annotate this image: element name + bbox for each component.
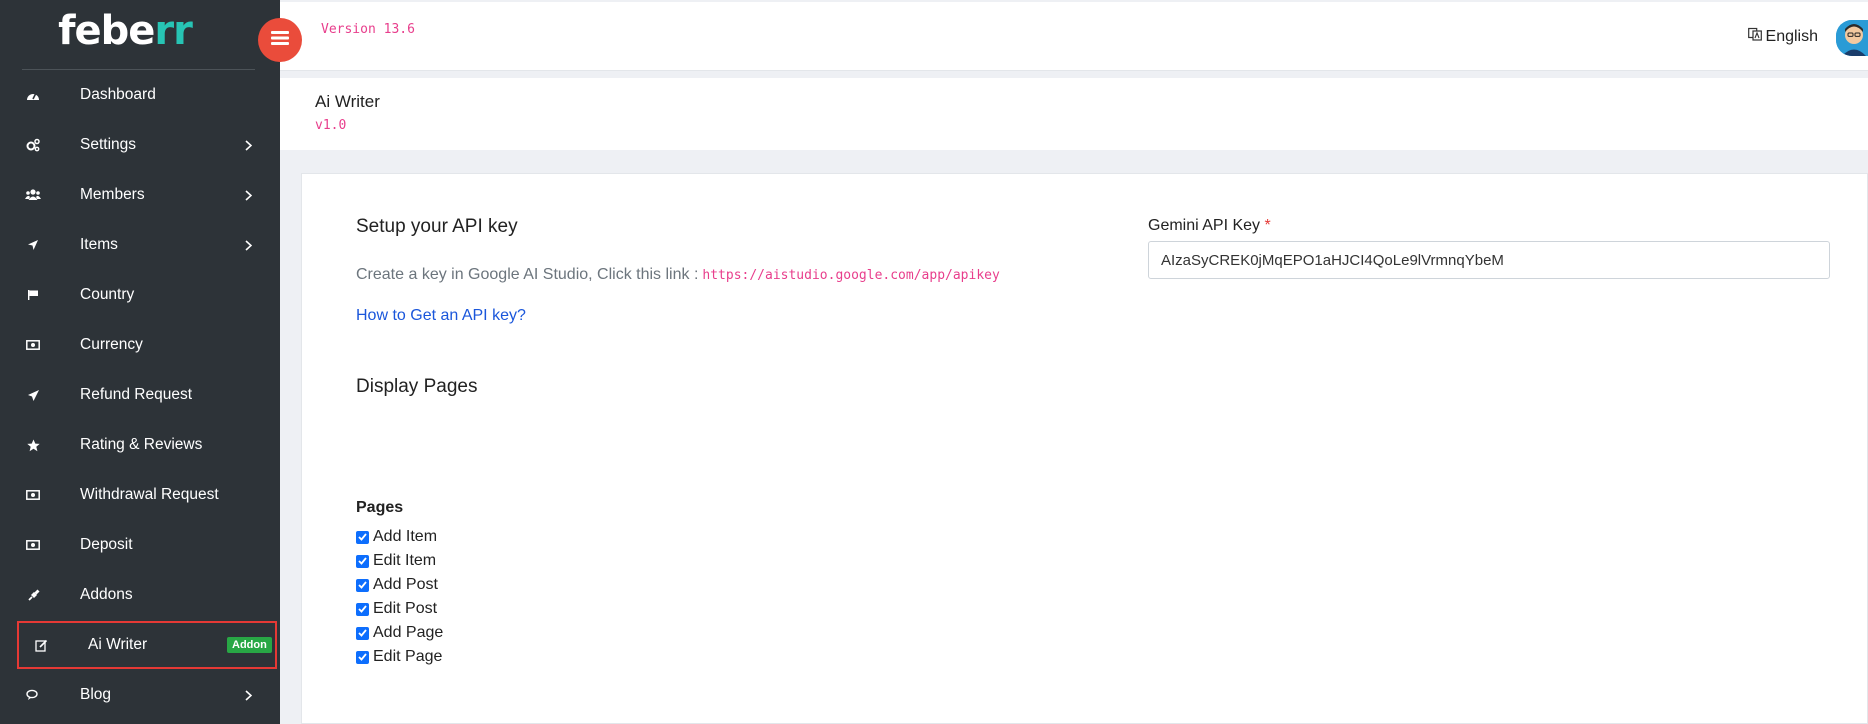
checkbox-checked-icon[interactable] — [356, 626, 369, 640]
chevron-right-icon — [245, 238, 255, 252]
language-label: English — [1765, 27, 1818, 45]
pages-checkbox-list: Add Item Edit Item Add Post Edit Post Ad… — [356, 525, 443, 669]
location-arrow-icon — [25, 237, 41, 253]
sidebar-item-ai-writer[interactable]: Ai Writer Addon — [16, 620, 278, 670]
checkbox-checked-icon[interactable] — [356, 650, 369, 664]
checkbox-add-item[interactable]: Add Item — [356, 525, 443, 549]
edit-icon — [33, 637, 49, 653]
api-url: https://aistudio.google.com/app/apikey — [702, 268, 1000, 283]
sidebar-item-refund-request[interactable]: Refund Request — [0, 370, 280, 420]
checkbox-checked-icon[interactable] — [356, 602, 369, 616]
checkbox-checked-icon[interactable] — [356, 554, 369, 568]
how-to-get-api-key-link[interactable]: How to Get an API key? — [356, 307, 526, 325]
menu-icon — [271, 30, 289, 50]
app-version: Version 13.6 — [321, 22, 415, 37]
cogs-icon — [25, 137, 41, 153]
api-help-text: Create a key in Google AI Studio, Click … — [356, 266, 1000, 283]
page-title: Ai Writer — [315, 92, 380, 111]
money-icon — [25, 487, 41, 503]
sidebar-item-withdrawal-request[interactable]: Withdrawal Request — [0, 470, 280, 520]
checkbox-add-post[interactable]: Add Post — [356, 573, 443, 597]
brand-logo[interactable]: feberr — [58, 8, 193, 54]
checkbox-edit-item[interactable]: Edit Item — [356, 549, 443, 573]
checkbox-checked-icon[interactable] — [356, 578, 369, 592]
sidebar-nav: Dashboard Settings Members Items Country… — [0, 70, 280, 720]
api-section-title: Setup your API key — [356, 216, 518, 237]
checkbox-add-page[interactable]: Add Page — [356, 621, 443, 645]
flag-icon — [25, 287, 41, 303]
display-pages-title: Display Pages — [356, 376, 478, 397]
brand: feberr — [0, 0, 280, 70]
avatar[interactable] — [1836, 20, 1868, 56]
chevron-right-icon — [245, 688, 255, 702]
dashboard-icon — [25, 87, 41, 103]
pages-label: Pages — [356, 499, 404, 516]
comments-icon — [25, 687, 41, 703]
sidebar-item-addons[interactable]: Addons — [0, 570, 280, 620]
paper-plane-icon — [25, 387, 41, 403]
language-icon — [1747, 27, 1762, 46]
page-header: Ai Writer v1.0 — [280, 78, 1868, 150]
sidebar-item-deposit[interactable]: Deposit — [0, 520, 280, 570]
users-icon — [25, 187, 41, 203]
money-icon — [25, 537, 41, 553]
sidebar-item-blog[interactable]: Blog — [0, 670, 280, 720]
gemini-api-key-label: Gemini API Key * — [1148, 217, 1271, 234]
sidebar: feberr Dashboard Settings Members Items … — [0, 0, 280, 724]
page-version: v1.0 — [315, 118, 347, 133]
sidebar-item-dashboard[interactable]: Dashboard — [0, 70, 280, 120]
chevron-right-icon — [245, 188, 255, 202]
sidebar-item-country[interactable]: Country — [0, 270, 280, 320]
money-icon — [25, 337, 41, 353]
sidebar-item-members[interactable]: Members — [0, 170, 280, 220]
topbar: Version 13.6 English — [258, 2, 1868, 71]
addon-badge: Addon — [227, 637, 272, 653]
checkbox-edit-page[interactable]: Edit Page — [356, 645, 443, 669]
sidebar-item-rating-reviews[interactable]: Rating & Reviews — [0, 420, 280, 470]
required-mark: * — [1264, 217, 1271, 234]
gemini-api-key-input[interactable] — [1148, 241, 1830, 279]
menu-toggle-button[interactable] — [258, 18, 302, 62]
star-icon — [25, 437, 41, 453]
sidebar-item-settings[interactable]: Settings — [0, 120, 280, 170]
checkbox-edit-post[interactable]: Edit Post — [356, 597, 443, 621]
sidebar-item-currency[interactable]: Currency — [0, 320, 280, 370]
plug-icon — [25, 587, 41, 603]
settings-card: Setup your API key Create a key in Googl… — [301, 173, 1868, 724]
chevron-right-icon — [245, 138, 255, 152]
language-selector[interactable]: English — [1747, 27, 1818, 46]
checkbox-checked-icon[interactable] — [356, 530, 369, 544]
sidebar-item-items[interactable]: Items — [0, 220, 280, 270]
